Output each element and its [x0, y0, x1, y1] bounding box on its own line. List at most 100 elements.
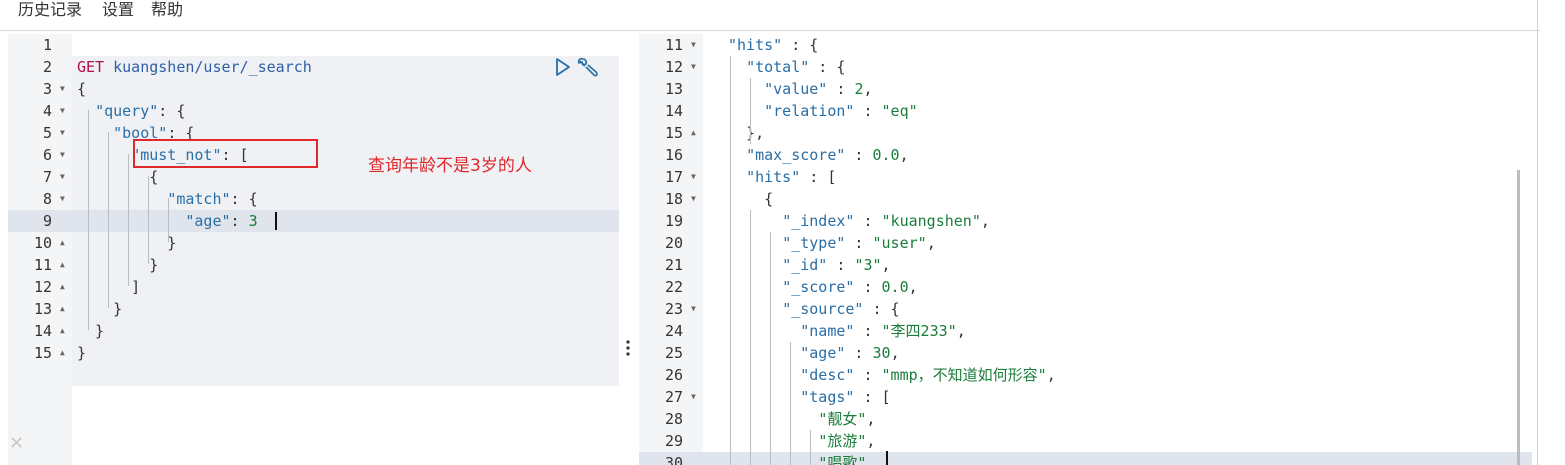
line-number: 14: [664, 102, 683, 120]
code-token-punc: [104, 58, 113, 76]
close-icon[interactable]: ✕: [9, 434, 24, 452]
menu-help[interactable]: 帮助: [151, 0, 183, 20]
code-token-punc: [728, 322, 800, 340]
code-text: "relation" : "eq": [728, 100, 918, 122]
response-line: 14 "relation" : "eq": [639, 100, 1532, 122]
response-line: 27 ▼ "tags" : [: [639, 386, 1532, 408]
code-token-punc: : {: [782, 36, 819, 54]
request-line: 9 "age": 3: [8, 210, 619, 232]
code-token-str: "3": [854, 256, 882, 274]
fold-collapse-icon[interactable]: ▼: [691, 34, 696, 56]
fold-collapse-icon[interactable]: ▼: [60, 188, 65, 210]
code-text: "_source" : {: [728, 298, 899, 320]
indent-guide: [108, 132, 109, 308]
line-number: 9: [42, 212, 52, 230]
code-text: }: [77, 342, 86, 364]
code-token-punc: ,: [863, 80, 873, 98]
play-icon[interactable]: [555, 58, 571, 76]
fold-collapse-icon[interactable]: ▼: [691, 166, 696, 188]
line-number: 26: [664, 366, 683, 384]
code-token-key: "_score": [782, 278, 855, 296]
indent-guide: [750, 210, 751, 465]
response-line: 19 "_index" : "kuangshen",: [639, 210, 1532, 232]
code-token-punc: :: [845, 146, 873, 164]
code-token-punc: ,: [866, 432, 876, 450]
menu-history[interactable]: 历史记录: [18, 0, 82, 20]
code-text: }: [77, 320, 104, 342]
fold-collapse-icon[interactable]: ▼: [691, 56, 696, 78]
text-cursor: [886, 451, 888, 465]
code-text: "_type" : "user",: [728, 232, 936, 254]
fold-collapse-icon[interactable]: ▼: [60, 166, 65, 188]
response-scrollbar[interactable]: [1517, 170, 1520, 465]
code-token-punc: }: [77, 322, 105, 340]
fold-collapse-icon[interactable]: ▼: [691, 188, 696, 210]
code-token-punc: {: [728, 190, 774, 208]
code-token-str: "kuangshen": [881, 212, 981, 230]
fold-expand-icon[interactable]: ▲: [60, 298, 65, 320]
code-token-punc: [728, 300, 782, 318]
code-token-punc: [77, 190, 167, 208]
request-line: 14 ▲ }: [8, 320, 619, 342]
code-token-key: "hits": [746, 168, 801, 186]
indent-guide: [770, 232, 771, 465]
fold-collapse-icon[interactable]: ▼: [60, 78, 65, 100]
fold-collapse-icon[interactable]: ▼: [60, 144, 65, 166]
drag-handle-icon[interactable]: [624, 338, 632, 358]
code-token-str: "user": [872, 234, 927, 252]
code-token-punc: }: [77, 300, 123, 318]
code-token-punc: :: [854, 212, 882, 230]
code-token-str: "唱歌": [818, 454, 867, 465]
wrench-icon[interactable]: [577, 57, 599, 79]
fold-expand-icon[interactable]: ▲: [60, 276, 65, 298]
code-token-punc: :: [827, 80, 855, 98]
request-line: 3 ▼{: [8, 78, 619, 100]
code-token-punc: ,: [890, 344, 900, 362]
fold-expand-icon[interactable]: ▲: [60, 254, 65, 276]
fold-collapse-icon[interactable]: ▼: [60, 122, 65, 144]
code-token-punc: [728, 80, 764, 98]
code-token-punc: :: [854, 102, 882, 120]
response-line: 21 "_id" : "3",: [639, 254, 1532, 276]
code-token-punc: :: [827, 256, 855, 274]
code-token-punc: [728, 432, 818, 450]
indent-guide: [790, 342, 791, 465]
window-edge: [1537, 0, 1538, 465]
code-text: "total" : {: [728, 56, 845, 78]
code-token-kw: GET: [77, 58, 105, 76]
fold-expand-icon[interactable]: ▲: [60, 232, 65, 254]
request-line: 11 ▲ }: [8, 254, 619, 276]
code-token-punc: }: [77, 234, 177, 252]
code-token-key: "relation": [764, 102, 855, 120]
line-number: 1: [42, 36, 52, 54]
fold-collapse-icon[interactable]: ▼: [691, 386, 696, 408]
code-token-str: "李四233": [881, 322, 957, 340]
code-text: "desc" : "mmp，不知道如何形容",: [728, 364, 1055, 386]
code-token-punc: [77, 212, 185, 230]
indent-guide: [750, 78, 751, 144]
code-token-punc: ,: [980, 212, 990, 230]
fold-expand-icon[interactable]: ▲: [60, 320, 65, 342]
fold-collapse-icon[interactable]: ▼: [691, 298, 696, 320]
code-token-punc: ,: [866, 410, 876, 428]
line-number: 2: [42, 58, 52, 76]
request-line: 10 ▲ }: [8, 232, 619, 254]
code-token-key: "desc": [800, 366, 855, 384]
fold-collapse-icon[interactable]: ▼: [60, 100, 65, 122]
code-token-punc: :: [854, 366, 882, 384]
text-cursor: [275, 212, 277, 230]
menu-settings[interactable]: 设置: [102, 0, 134, 20]
code-token-punc: : {: [230, 190, 258, 208]
line-number: 28: [664, 410, 683, 428]
fold-expand-icon[interactable]: ▲: [691, 122, 696, 144]
code-token-punc: [77, 146, 131, 164]
response-line: 22 "_score" : 0.0,: [639, 276, 1532, 298]
response-line: 13 "value" : 2,: [639, 78, 1532, 100]
code-token-key: "tags": [800, 388, 855, 406]
line-number: 30: [664, 454, 683, 465]
fold-expand-icon[interactable]: ▲: [60, 342, 65, 364]
response-editor[interactable]: 11 ▼ "hits" : {12 ▼ "total" : {13 "value" :…: [639, 34, 1532, 465]
line-number: 21: [664, 256, 683, 274]
request-editor[interactable]: 1 2 GET kuangshen/user/_search 3 ▼ {4 ▼ "query…: [8, 34, 619, 465]
code-token-num: 30: [872, 344, 891, 362]
